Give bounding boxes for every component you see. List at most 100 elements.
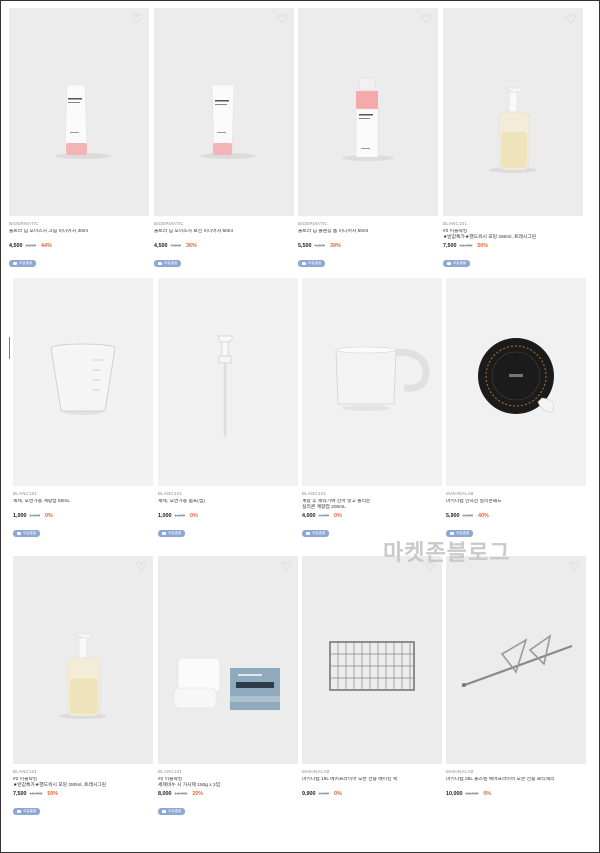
product-name[interactable]: 울트라 딥 클렌징 폼 미니어처 50ml — [298, 229, 438, 242]
price-row: 1,000 1,000 0% — [13, 513, 153, 521]
truck-icon — [447, 261, 451, 265]
product-card[interactable]: ♡ MAKINALAB 마키나랩 25L 올스텐 에어프라이어 오븐 전용 로티… — [446, 556, 586, 799]
discount-rate: 44% — [40, 243, 52, 249]
discount-rate: 0% — [44, 513, 53, 519]
product-card[interactable]: ♡ MAKINALAB 마키나랩 18L 에어프라이어 오븐 전용 베이킹 랙 … — [302, 556, 442, 799]
wishlist-heart-icon[interactable]: ♡ — [565, 13, 577, 25]
product-brand: BIOERMATIC — [9, 221, 39, 226]
shipping-badge: 오늘출발 — [443, 260, 471, 267]
shipping-badge: 오늘출발 — [154, 260, 182, 267]
wishlist-heart-icon[interactable]: ♡ — [276, 13, 288, 25]
sale-price: 7,500 — [443, 243, 457, 249]
price-row: 5,500 9,000 39% — [298, 243, 438, 251]
sale-price: 10,000 — [446, 791, 463, 797]
price-row: 8,000 10,000 20% — [158, 791, 298, 799]
product-name[interactable]: 세제, 오면가용 계량컵 50mL — [13, 499, 153, 512]
original-price: 9,900 — [318, 791, 329, 796]
product-image[interactable] — [13, 278, 153, 486]
wishlist-heart-icon[interactable]: ♡ — [280, 561, 292, 573]
original-price: 1,000 — [29, 513, 40, 518]
discount-rate: 0% — [333, 791, 342, 797]
silicone-cup-icon — [335, 346, 430, 411]
product-card[interactable]: ♡ BIOERMATIC 울트라 딥 모이스처 로션 미니어처 50ml 4,5… — [154, 8, 294, 269]
product-name[interactable]: #2 이블락킹 ★반값특가★핸드워시 포밍 280ml, 트래시그린 — [443, 229, 583, 242]
product-name[interactable]: 마키나랩 인덕션 실리콘패드 — [446, 499, 586, 512]
product-name[interactable]: 계량 후 세탁기에 한꺼 넣고 돌리는 실리콘 계량컵 200mL — [302, 499, 442, 512]
discount-rate: 50% — [47, 791, 59, 797]
discount-rate: 50% — [477, 243, 489, 249]
original-price: 7,000 — [170, 243, 181, 248]
soap-bars-icon — [173, 657, 280, 710]
price-row: 4,500 8,000 44% — [9, 243, 149, 251]
product-brand: BLANC101 — [158, 769, 183, 774]
scroll-indicator — [9, 337, 10, 359]
lotion-tube-icon — [200, 84, 256, 159]
sale-price: 5,500 — [298, 243, 312, 249]
product-name[interactable]: 울트라 딥 모이스처 로션 미니어처 50ml — [154, 229, 294, 242]
wishlist-heart-icon[interactable]: ♡ — [135, 561, 147, 573]
product-image[interactable]: ♡ — [298, 8, 438, 216]
discount-rate: 36% — [185, 243, 197, 249]
sale-price: 7,500 — [13, 791, 27, 797]
product-name[interactable]: 울트라 딥 모이스처 크림 미니어처 30ml — [9, 229, 149, 242]
product-image[interactable]: ♡ — [13, 556, 153, 764]
product-name[interactable]: 세제, 오면가용 펌프(캡) — [158, 499, 298, 512]
product-card[interactable]: ♡ BIOERMATIC 울트라 딥 클렌징 폼 미니어처 50ml 5,500… — [298, 8, 438, 269]
product-card[interactable]: ♡ BLANC101 #2 이블락킹 세제비누 시 가시제 150g x 2입 … — [158, 556, 298, 817]
product-image[interactable]: ♡ — [158, 556, 298, 764]
product-image[interactable]: ♡ — [446, 556, 586, 764]
product-name[interactable]: #2 이블락킹 세제비누 시 가시제 150g x 2입 — [158, 777, 298, 790]
rotisserie-icon — [461, 634, 573, 688]
wishlist-heart-icon[interactable]: ♡ — [568, 561, 580, 573]
shipping-badge: 오늘출발 — [158, 530, 186, 537]
truck-icon — [17, 809, 21, 813]
product-card[interactable]: ♡ BLANC101 #2 이블락킹 ★반값특가★핸드워시 포밍 280ml, … — [443, 8, 583, 269]
product-image[interactable] — [158, 278, 298, 486]
discount-rate: 0% — [189, 513, 198, 519]
product-brand: BLANC101 — [13, 769, 38, 774]
product-image[interactable] — [446, 278, 586, 486]
product-card[interactable]: BLANC101 세제, 오면가용 펌프(캡) 1,000 1,000 0% 오늘출… — [158, 278, 298, 539]
shipping-badge: 오늘출발 — [9, 260, 37, 267]
wishlist-heart-icon[interactable]: ♡ — [131, 13, 143, 25]
truck-icon — [13, 261, 17, 265]
product-brand: MAKINALAB — [302, 769, 330, 774]
truck-icon — [158, 261, 162, 265]
original-price: 1,000 — [174, 513, 185, 518]
pump-bottle-icon — [489, 87, 537, 173]
product-brand: BLANC101 — [13, 491, 38, 496]
sale-price: 1,000 — [13, 513, 27, 519]
product-card[interactable]: BLANC101 계량 후 세탁기에 한꺼 넣고 돌리는 실리콘 계량컵 200… — [302, 278, 442, 539]
discount-rate: 0% — [483, 791, 492, 797]
wishlist-heart-icon[interactable]: ♡ — [420, 13, 432, 25]
product-image[interactable]: ♡ — [302, 556, 442, 764]
discount-rate: 40% — [477, 513, 489, 519]
foam-bottle-icon — [342, 77, 394, 161]
truck-icon — [302, 261, 306, 265]
product-name[interactable]: 마키나랩 25L 올스텐 에어프라이어 오븐 전용 로티세리 — [446, 777, 586, 790]
product-card[interactable]: BLANC101 세제, 오면가용 계량컵 50mL 1,000 1,000 0% … — [13, 278, 153, 539]
product-image[interactable]: ♡ — [154, 8, 294, 216]
sale-price: 5,900 — [446, 513, 460, 519]
product-name[interactable]: 마키나랩 18L 에어프라이어 오븐 전용 베이킹 랙 — [302, 777, 442, 790]
product-brand: MAKINALAB — [446, 491, 474, 496]
measuring-cup-icon — [50, 343, 116, 415]
discount-rate: 39% — [329, 243, 341, 249]
price-row: 1,000 1,000 0% — [158, 513, 298, 521]
original-price: 15,000 — [459, 243, 473, 248]
product-image[interactable] — [302, 278, 442, 486]
product-card[interactable]: ♡ BLANC101 #2 이블락킹 ★반값특가★핸드워시 포밍 280ml, … — [13, 556, 153, 817]
original-price: 15,000 — [29, 791, 43, 796]
product-name[interactable]: #2 이블락킹 ★반값특가★핸드워시 포밍 280ml, 트래시그린 — [13, 777, 153, 790]
blog-watermark: 마켓존블로그 — [383, 541, 511, 566]
original-price: 10,000 — [174, 791, 188, 796]
shipping-badge: 오늘출발 — [13, 530, 41, 537]
discount-rate: 20% — [192, 791, 204, 797]
product-card[interactable]: MAKINALAB 마키나랩 인덕션 실리콘패드 5,900 9,900 40% 오… — [446, 278, 586, 539]
product-brand: BIOERMATIC — [154, 221, 184, 226]
sale-price: 1,000 — [158, 513, 172, 519]
product-image[interactable]: ♡ — [443, 8, 583, 216]
product-card[interactable]: ♡ BIOERMATIC 울트라 딥 모이스처 크림 미니어처 30ml 4,5… — [9, 8, 149, 269]
shipping-badge: 오늘출발 — [13, 808, 41, 815]
product-image[interactable]: ♡ — [9, 8, 149, 216]
